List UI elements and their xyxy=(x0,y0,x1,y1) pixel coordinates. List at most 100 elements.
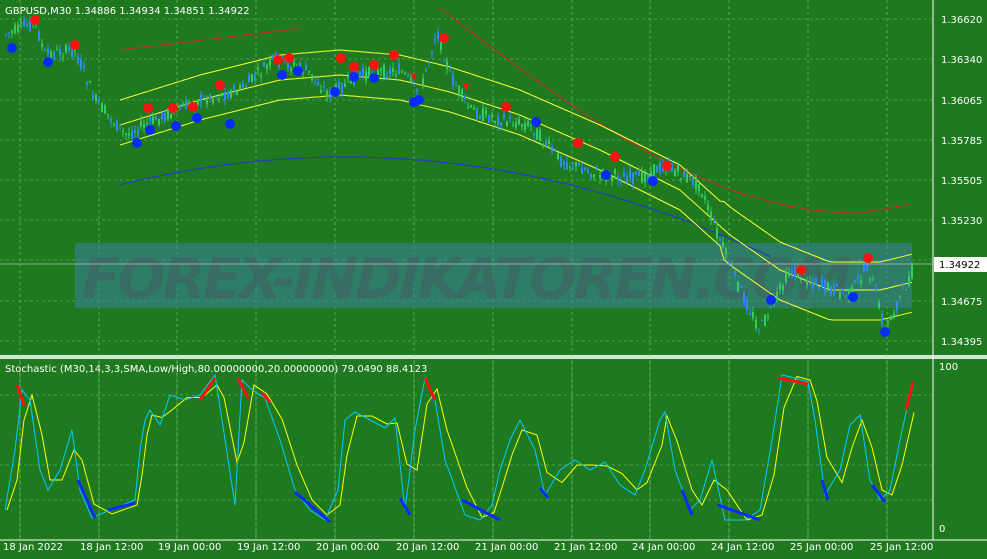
candle-body xyxy=(788,272,790,277)
candle-body xyxy=(611,177,613,182)
candle-body xyxy=(749,312,751,315)
candle-body xyxy=(527,121,529,127)
candle-body xyxy=(794,266,796,277)
candle-body xyxy=(269,59,271,66)
buy-signal-dot-icon xyxy=(171,121,181,131)
candle-body xyxy=(896,302,898,311)
candle-body xyxy=(434,38,436,42)
candle-body xyxy=(83,65,85,68)
candle-body xyxy=(707,204,709,211)
price-tick: 1.36620 xyxy=(941,15,982,26)
candle-body xyxy=(92,95,94,100)
buy-signal-dot-icon xyxy=(880,327,890,337)
candle-body xyxy=(653,164,655,176)
candle-body xyxy=(617,176,619,181)
time-tick: 18 Jan 2022 xyxy=(3,542,63,553)
candle-body xyxy=(854,280,856,283)
time-tick: 20 Jan 00:00 xyxy=(316,542,379,553)
candle-body xyxy=(533,132,535,136)
candle-body xyxy=(239,85,241,90)
time-tick: 25 Jan 00:00 xyxy=(790,542,853,553)
candle-body xyxy=(416,88,418,92)
chart-window[interactable]: FOREX-INDIKATOREN.COM 1.34922 1.36620 1.… xyxy=(0,0,987,555)
candle-body xyxy=(674,170,676,177)
candle-body xyxy=(401,71,403,73)
candle-body xyxy=(677,165,679,172)
candle-body xyxy=(485,109,487,115)
sell-signal-dot-icon xyxy=(796,265,806,275)
candle-body xyxy=(131,131,133,139)
candle-body xyxy=(11,30,13,34)
candle-body xyxy=(134,130,136,133)
candle-body xyxy=(317,82,319,86)
price-tick: 1.34395 xyxy=(941,337,982,348)
candle-body xyxy=(911,265,913,279)
sell-signal-dot-icon xyxy=(143,103,153,113)
candle-body xyxy=(365,71,367,81)
candle-body xyxy=(452,74,454,86)
candle-body xyxy=(464,95,466,99)
candle-body xyxy=(830,286,832,295)
candle-body xyxy=(230,90,232,98)
candle-body xyxy=(512,125,514,127)
candle-body xyxy=(368,67,370,77)
candle-body xyxy=(23,21,25,26)
candle-body xyxy=(632,173,634,184)
candle-body xyxy=(785,271,787,283)
candle-body xyxy=(569,166,571,168)
candle-body xyxy=(755,319,757,329)
candle-body xyxy=(431,52,433,55)
candle-body xyxy=(113,124,115,126)
candle-body xyxy=(80,59,82,70)
candle-body xyxy=(818,287,820,289)
candle-body xyxy=(542,143,544,147)
candle-body xyxy=(833,284,835,295)
candle-body xyxy=(293,62,295,66)
buy-signal-dot-icon xyxy=(43,57,53,67)
sell-signal-dot-icon xyxy=(573,138,583,148)
candle-body xyxy=(461,89,463,99)
sell-signal-dot-icon xyxy=(369,60,379,70)
candle-body xyxy=(404,72,406,75)
buy-signal-dot-icon xyxy=(225,119,235,129)
price-axis: 1.36620 1.36340 1.36065 1.35785 1.35505 … xyxy=(941,15,982,348)
candle-body xyxy=(605,179,607,181)
candle-body xyxy=(5,34,7,36)
candle-body xyxy=(104,105,106,114)
chart-canvas[interactable]: FOREX-INDIKATOREN.COM 1.34922 1.36620 1.… xyxy=(0,0,987,555)
candle-body xyxy=(536,128,538,140)
candle-body xyxy=(638,171,640,176)
candle-body xyxy=(311,74,313,81)
candle-body xyxy=(314,79,316,81)
candle-body xyxy=(584,168,586,170)
candle-body xyxy=(530,124,532,127)
candle-body xyxy=(107,113,109,115)
candle-body xyxy=(248,75,250,83)
candle-body xyxy=(221,92,223,97)
candle-body xyxy=(557,152,559,160)
candle-body xyxy=(47,48,49,54)
candle-body xyxy=(77,56,79,63)
candle-body xyxy=(521,124,523,127)
sell-signal-dot-icon xyxy=(863,253,873,263)
buy-signal-dot-icon xyxy=(330,87,340,97)
sell-signal-dot-icon xyxy=(215,80,225,90)
candle-body xyxy=(200,94,202,103)
candle-body xyxy=(20,21,22,24)
candle-body xyxy=(872,279,874,281)
pane-separator[interactable] xyxy=(0,355,987,359)
candle-body xyxy=(140,121,142,127)
candle-body xyxy=(251,74,253,82)
candle-body xyxy=(266,65,268,69)
sell-signal-dot-icon xyxy=(284,53,294,63)
candle-body xyxy=(257,67,259,70)
candle-body xyxy=(563,161,565,165)
candle-body xyxy=(524,122,526,131)
candle-body xyxy=(203,95,205,97)
candle-body xyxy=(560,157,562,167)
buy-signal-dot-icon xyxy=(531,117,541,127)
candle-body xyxy=(629,170,631,179)
sell-signal-dot-icon xyxy=(501,102,511,112)
candle-body xyxy=(89,81,91,83)
candle-body xyxy=(776,291,778,298)
